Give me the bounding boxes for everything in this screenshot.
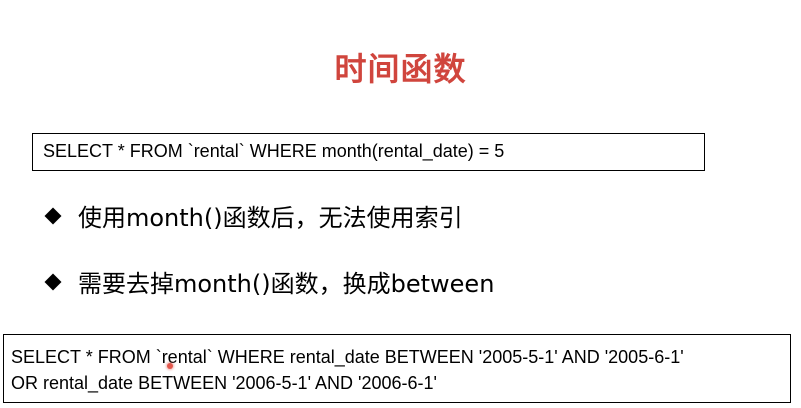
diamond-bullet-icon <box>44 273 62 290</box>
bullet-text: 需要去掉month()函数，换成between <box>78 270 495 298</box>
diamond-bullet-icon <box>44 207 62 224</box>
bullet-text: 使用month()函数后，无法使用索引 <box>78 204 463 232</box>
sql-code-box-month: SELECT * FROM `rental` WHERE month(renta… <box>32 133 705 171</box>
bullet-item: 使用month()函数后，无法使用索引 <box>44 198 463 233</box>
bullet-item: 需要去掉month()函数，换成between <box>44 264 494 299</box>
mouse-cursor-icon <box>167 363 173 369</box>
sql-code-box-between: SELECT * FROM `rental` WHERE rental_date… <box>3 334 791 403</box>
sql-line: OR rental_date BETWEEN '2006-5-1' AND '2… <box>11 373 437 393</box>
sql-line: SELECT * FROM `rental` WHERE rental_date… <box>11 347 684 367</box>
sql-line: SELECT * FROM `rental` WHERE month(renta… <box>43 141 505 161</box>
slide: 时间函数 SELECT * FROM `rental` WHERE month(… <box>0 0 801 408</box>
slide-title: 时间函数 <box>334 50 467 88</box>
